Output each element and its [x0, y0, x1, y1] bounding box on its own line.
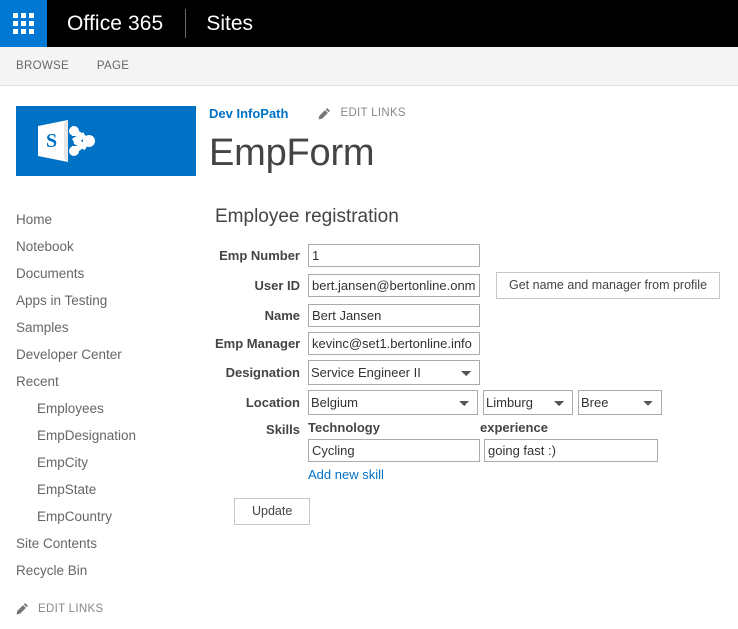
add-new-skill-link[interactable]: Add new skill	[308, 467, 658, 482]
nav-edit-links-label: EDIT LINKS	[38, 602, 104, 615]
update-button[interactable]: Update	[234, 497, 311, 525]
field-row-skills: Skills Technology experience Add new ski…	[215, 420, 738, 482]
sharepoint-logo-icon: S	[38, 120, 95, 162]
sites-app-link[interactable]: Sites	[186, 0, 273, 47]
ribbon-tab-bar: BROWSE PAGE	[0, 47, 738, 86]
field-row-emp-manager: Emp Manager	[215, 331, 738, 355]
field-row-emp-number: Emp Number	[215, 243, 738, 267]
pencil-icon	[16, 602, 29, 615]
form-heading: Employee registration	[215, 205, 399, 227]
nav-item-documents[interactable]: Documents	[16, 260, 205, 287]
app-launcher-waffle-icon	[13, 13, 34, 34]
office365-brand-link[interactable]: Office 365	[47, 0, 185, 47]
nav-item-site-contents[interactable]: Site Contents	[16, 530, 205, 557]
nav-item-home[interactable]: Home	[16, 206, 205, 233]
name-input[interactable]	[308, 303, 480, 327]
skills-table-row	[308, 438, 658, 462]
tab-browse[interactable]: BROWSE	[16, 60, 81, 72]
skills-column-experience: experience	[480, 419, 548, 435]
nav-item-notebook[interactable]: Notebook	[16, 233, 205, 260]
skills-column-technology: Technology	[308, 419, 380, 435]
user-id-input[interactable]	[308, 273, 480, 297]
label-emp-number: Emp Number	[219, 247, 300, 263]
emp-number-input[interactable]	[308, 243, 480, 267]
location-state-select[interactable]: Limburg	[483, 389, 573, 415]
label-name: Name	[264, 307, 300, 323]
page-title: EmpForm	[209, 132, 375, 174]
nav-item-empdesignation[interactable]: EmpDesignation	[16, 422, 205, 449]
suite-bar: Office 365 Sites	[0, 0, 738, 47]
nav-item-empstate[interactable]: EmpState	[16, 476, 205, 503]
header-edit-links-button[interactable]: EDIT LINKS	[318, 107, 406, 120]
skills-table-header: Technology experience	[308, 420, 658, 435]
quick-launch-nav: Home Notebook Documents Apps in Testing …	[16, 206, 205, 615]
field-row-name: Name	[215, 303, 738, 327]
employee-registration-form: Employee registration Emp Number User ID…	[209, 206, 738, 525]
pencil-icon	[318, 107, 331, 120]
nav-item-developer-center[interactable]: Developer Center	[16, 341, 205, 368]
label-location: Location	[245, 394, 300, 410]
form-actions: Update	[215, 497, 738, 525]
page-body: S Home Notebook Documents Apps in Testin…	[0, 86, 738, 615]
emp-manager-input[interactable]	[308, 331, 480, 355]
svg-text:S: S	[46, 130, 57, 152]
nav-item-apps-in-testing[interactable]: Apps in Testing	[16, 287, 205, 314]
label-user-id: User ID	[254, 277, 300, 293]
nav-item-employees[interactable]: Employees	[16, 395, 205, 422]
field-row-user-id: User ID Get name and manager from profil…	[215, 271, 738, 299]
designation-select[interactable]: Service Engineer II	[308, 359, 480, 385]
header-edit-links-label: EDIT LINKS	[340, 107, 406, 119]
location-city-select[interactable]: Bree	[578, 389, 662, 415]
label-emp-manager: Emp Manager	[215, 335, 301, 351]
get-profile-button[interactable]: Get name and manager from profile	[496, 271, 721, 299]
label-skills: Skills	[266, 421, 300, 437]
nav-edit-links-button[interactable]: EDIT LINKS	[16, 602, 205, 615]
nav-item-empcity[interactable]: EmpCity	[16, 449, 205, 476]
nav-item-recycle-bin[interactable]: Recycle Bin	[16, 557, 205, 584]
site-logo[interactable]: S	[16, 106, 196, 176]
skill-technology-input[interactable]	[308, 438, 480, 462]
skill-experience-input[interactable]	[484, 438, 658, 462]
label-designation: Designation	[225, 364, 300, 380]
app-launcher-button[interactable]	[0, 0, 47, 47]
location-country-select[interactable]: Belgium	[308, 389, 478, 415]
field-row-designation: Designation Service Engineer II	[215, 359, 738, 385]
field-row-location: Location Belgium Limburg Bree	[215, 389, 738, 415]
breadcrumb: Dev InfoPath EDIT LINKS	[209, 104, 738, 122]
nav-item-empcountry[interactable]: EmpCountry	[16, 503, 205, 530]
left-column: S Home Notebook Documents Apps in Testin…	[0, 86, 205, 615]
tab-page[interactable]: PAGE	[97, 60, 141, 72]
main-column: Dev InfoPath EDIT LINKS EmpForm Employee…	[205, 86, 738, 525]
breadcrumb-site-link[interactable]: Dev InfoPath	[209, 106, 288, 121]
skills-table: Technology experience Add new skill	[308, 420, 658, 482]
nav-item-recent[interactable]: Recent	[16, 368, 205, 395]
nav-item-samples[interactable]: Samples	[16, 314, 205, 341]
